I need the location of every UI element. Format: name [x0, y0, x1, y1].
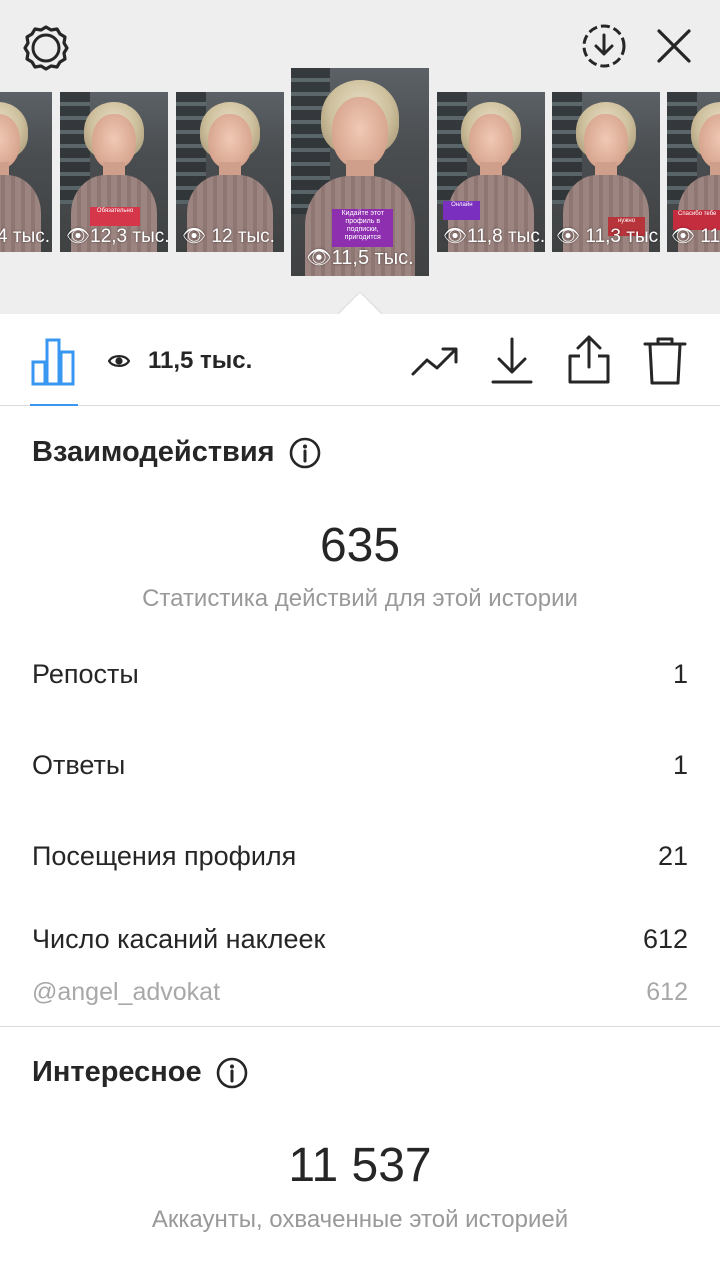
trash-icon	[643, 337, 687, 385]
eye-icon: 👁	[671, 226, 696, 247]
download-button[interactable]	[490, 336, 534, 386]
close-button[interactable]	[652, 24, 696, 68]
story-thumbnail[interactable]: 4 тыс.	[0, 92, 52, 252]
trend-icon	[411, 347, 458, 376]
thumbnail-sticker: Онлайн	[443, 200, 481, 220]
thumbnail-views: 👁 11	[671, 226, 720, 247]
eye-icon: 👁	[556, 226, 581, 247]
promote-button[interactable]	[410, 342, 460, 382]
thumbnail-views: 👁11,5 тыс.	[306, 247, 414, 269]
stat-label: Число касаний наклеек	[32, 924, 326, 954]
settings-button[interactable]	[20, 22, 72, 74]
close-icon	[657, 29, 691, 63]
download-circle-icon	[582, 24, 626, 68]
discovery-title: Интересное	[32, 1056, 202, 1088]
tab-insights[interactable]	[30, 336, 76, 386]
story-thumbnail[interactable]: Спасибо тебе 👁 11	[667, 92, 720, 252]
info-icon[interactable]	[289, 437, 321, 469]
views-counter[interactable]: 11,5 тыс.	[108, 344, 252, 378]
mention-label: @angel_advokat	[32, 978, 221, 1006]
discovery-heading: Интересное	[32, 1056, 248, 1089]
story-thumbnail[interactable]: 👁 12 тыс.	[176, 92, 284, 252]
thumbnail-views: 👁12,3 тыс.	[66, 226, 168, 247]
eye-icon: 👁	[182, 226, 207, 247]
stat-value: 612	[642, 924, 688, 954]
stat-label: Ответы	[32, 750, 126, 780]
share-icon	[568, 335, 610, 384]
story-thumbnail[interactable]: Онлайн 👁11,8 тыс.	[437, 92, 545, 252]
interactions-subtitle: Статистика действий для этой истории	[142, 585, 578, 612]
thumbnail-views: 4 тыс.	[0, 226, 50, 247]
mention-value: 612	[646, 978, 688, 1006]
settings-icon	[23, 25, 69, 71]
download-icon	[491, 337, 533, 384]
stat-row-sticker-taps: Число касаний наклеек 612	[32, 924, 688, 955]
stat-row-sticker-mention[interactable]: @angel_advokat 612	[32, 978, 688, 1007]
info-icon[interactable]	[216, 1057, 248, 1089]
save-story-button[interactable]	[580, 22, 628, 70]
thumbnail-sticker: Кидайте этот профиль в подписки, пригоди…	[332, 209, 394, 247]
stat-label: Посещения профиля	[32, 841, 297, 871]
thumbnail-views: 👁 12 тыс.	[182, 226, 275, 247]
reach-total: 11 537	[288, 1139, 432, 1192]
stat-row-reposts: Репосты 1	[32, 659, 688, 690]
interactions-total: 635	[319, 519, 401, 572]
insights-toolbar: 11,5 тыс.	[0, 314, 720, 406]
share-button[interactable]	[566, 334, 612, 386]
section-divider	[0, 1026, 720, 1027]
stat-value: 1	[672, 750, 688, 780]
eye-icon: 👁	[66, 226, 91, 247]
story-thumbnail[interactable]: нужно 👁 11,3 тыс.	[552, 92, 660, 252]
bar-chart-icon	[31, 338, 75, 386]
eye-icon: 👁	[306, 247, 332, 269]
thumbnail-views: 👁 11,3 тыс.	[556, 226, 660, 247]
interactions-heading: Взаимодействия	[32, 436, 321, 469]
eye-icon: 👁	[443, 226, 468, 247]
stat-value: 21	[657, 841, 688, 871]
delete-button[interactable]	[642, 336, 688, 386]
stat-row-replies: Ответы 1	[32, 750, 688, 781]
eye-icon	[108, 355, 130, 367]
stat-value: 1	[672, 659, 688, 689]
story-thumbnail-active[interactable]: Кидайте этот профиль в подписки, пригоди…	[291, 68, 429, 276]
reach-subtitle: Аккаунты, охваченные этой историей	[151, 1206, 569, 1233]
active-tab-indicator	[30, 404, 78, 406]
story-thumbnail[interactable]: Обязательно 👁12,3 тыс.	[60, 92, 168, 252]
stat-label: Репосты	[32, 659, 139, 689]
story-header: 4 тыс. Обязательно 👁12,3 тыс. 👁 12 тыс. …	[0, 0, 720, 314]
views-count-label: 11,5 тыс.	[148, 347, 253, 374]
story-thumbnails: 4 тыс. Обязательно 👁12,3 тыс. 👁 12 тыс. …	[0, 68, 720, 278]
thumbnail-views: 👁11,8 тыс.	[443, 226, 545, 247]
stat-row-profile-visits: Посещения профиля 21	[32, 841, 688, 872]
interactions-title: Взаимодействия	[32, 436, 275, 468]
active-story-caret	[338, 292, 382, 314]
